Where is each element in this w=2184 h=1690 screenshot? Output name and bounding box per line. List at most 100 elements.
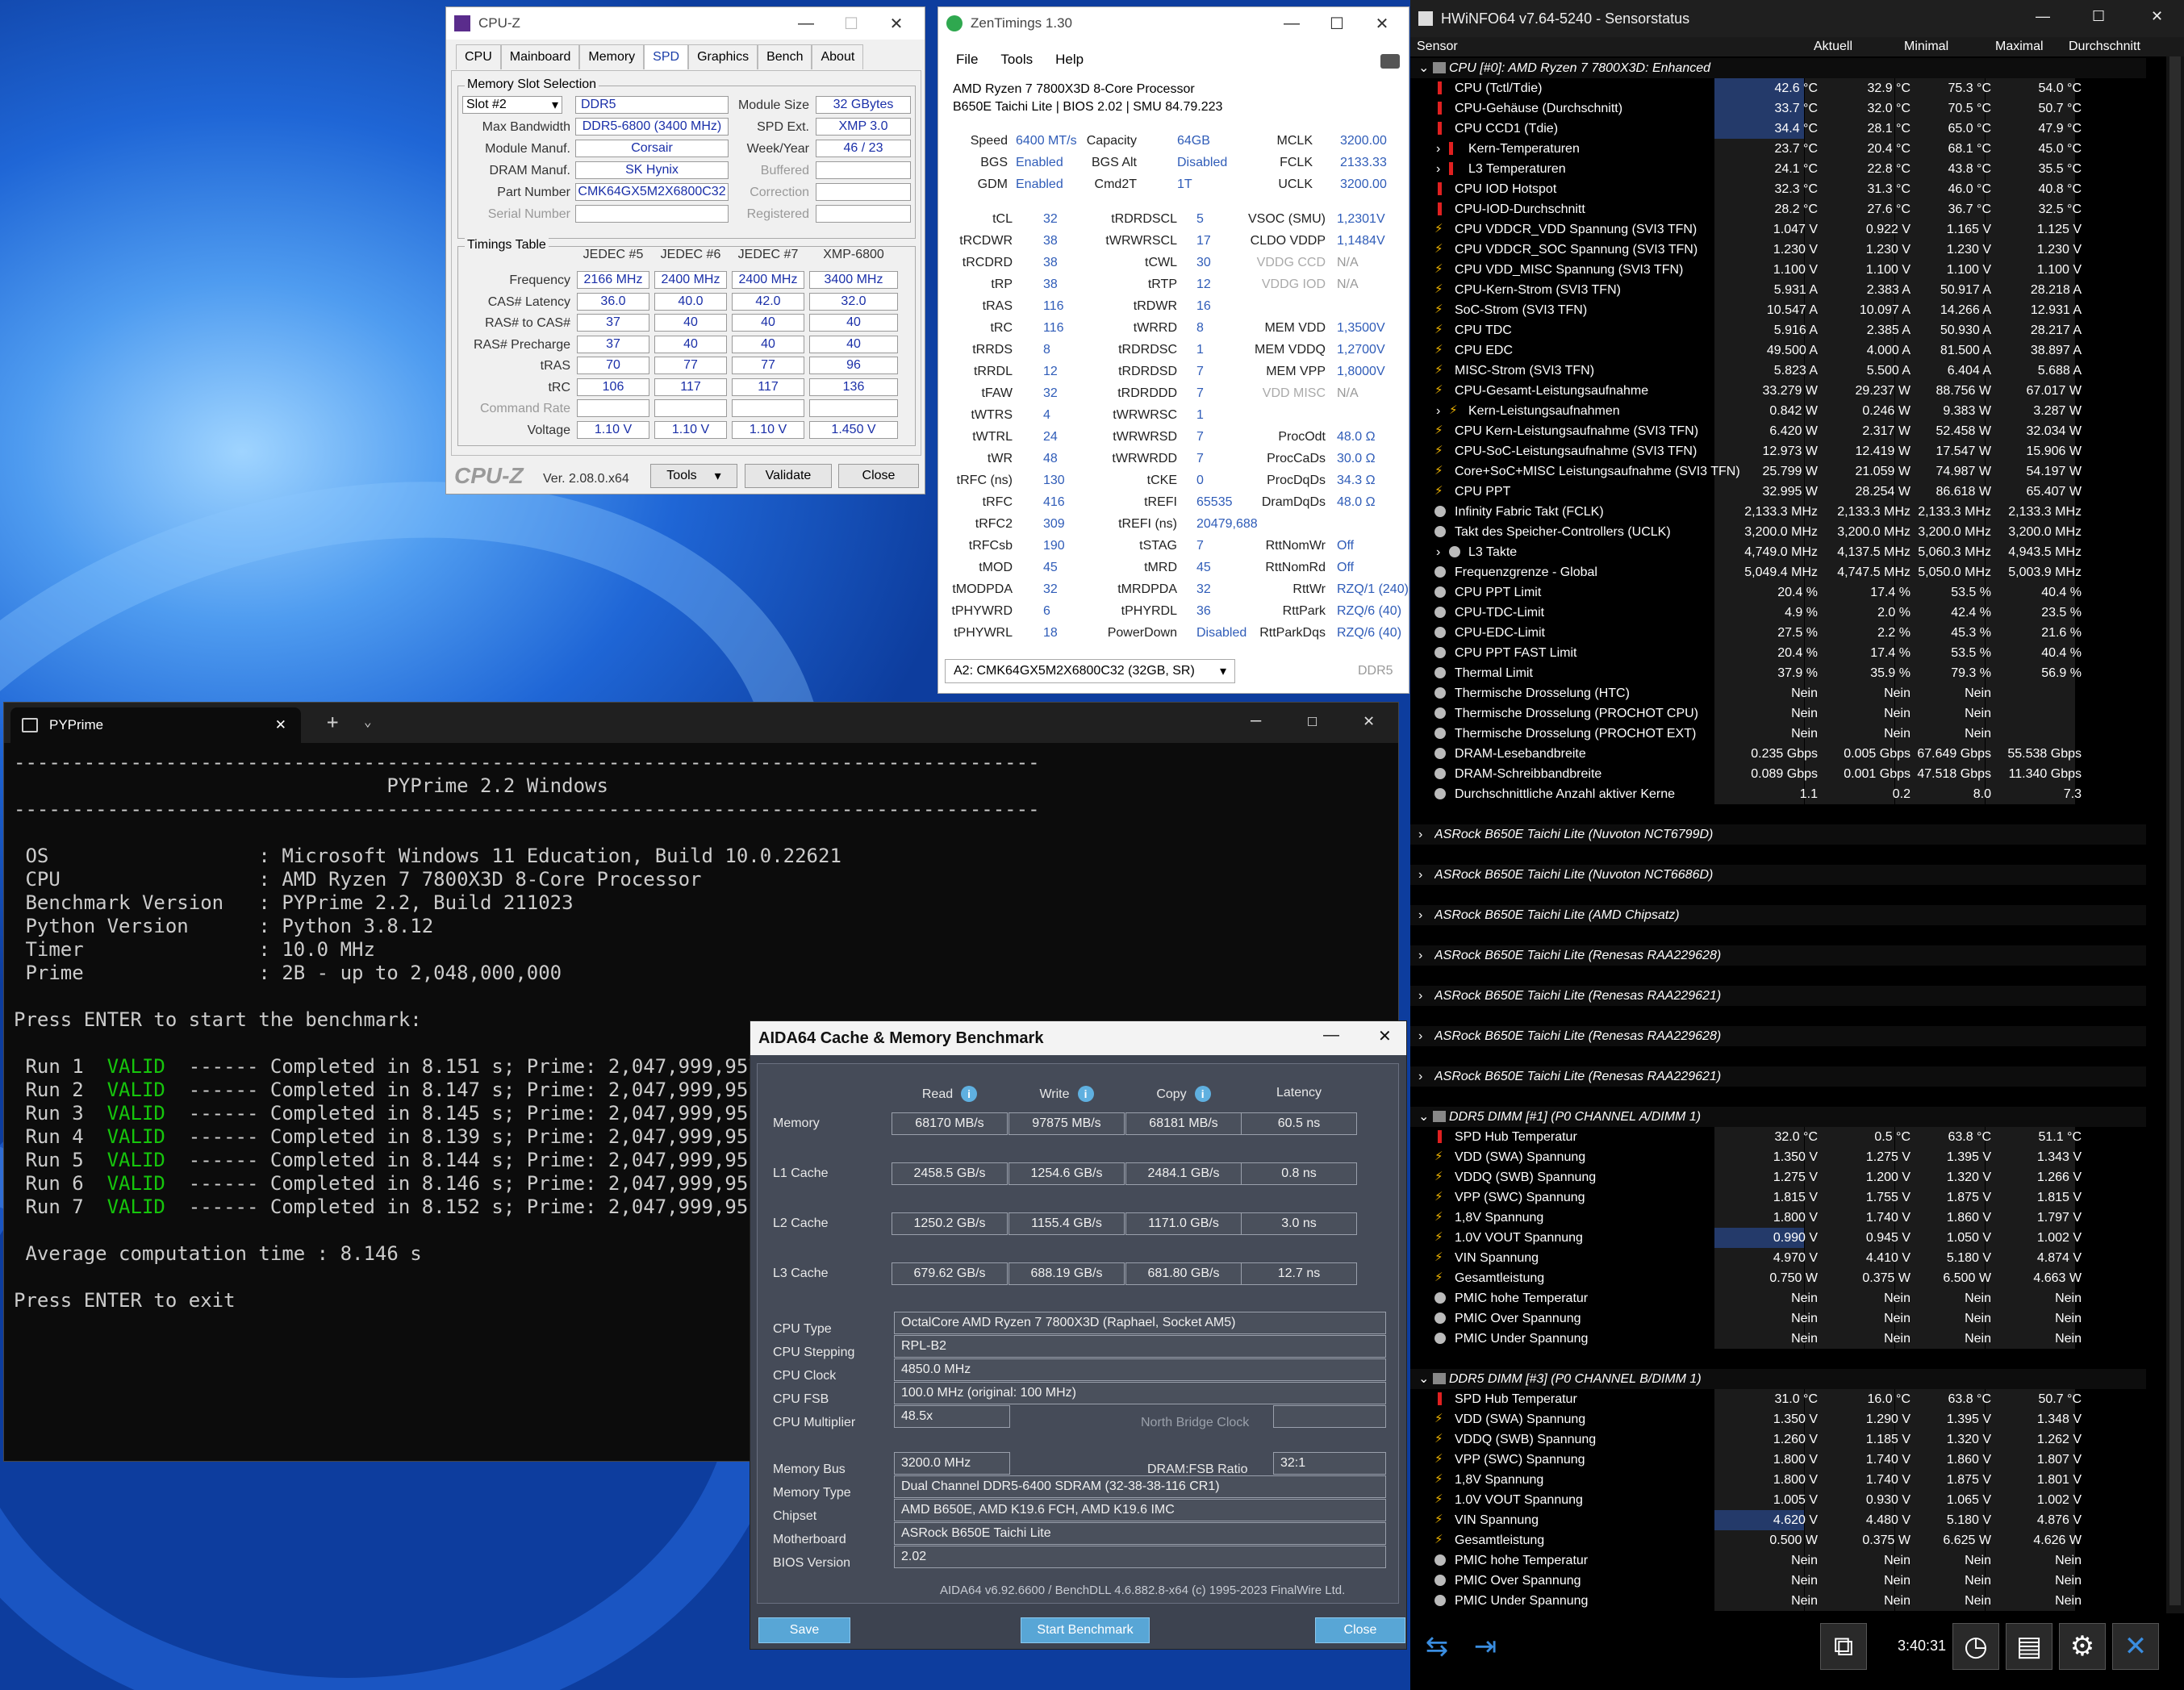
sensor-row[interactable]: PMIC Under Spannung Nein Nein Nein Nein (1410, 1329, 2146, 1349)
tools-button[interactable]: Tools ▾ (650, 464, 737, 488)
tab-bench[interactable]: Bench (758, 44, 812, 69)
tab-memory[interactable]: Memory (579, 44, 645, 69)
close-button[interactable]: ✕ (2151, 8, 2163, 25)
sensor-group-row[interactable]: ⌄ DDR5 DIMM [#1] (P0 CHANNEL A/DIMM 1) (1410, 1107, 2146, 1127)
sensor-row[interactable]: Thermal Limit 37.9 % 35.9 % 79.3 % 56.9 % (1410, 663, 2146, 683)
sensor-group-row[interactable]: ⌄ CPU [#0]: AMD Ryzen 7 7800X3D: Enhanced (1410, 58, 2146, 78)
col-max[interactable]: Maximal (1995, 40, 2044, 54)
sensor-row[interactable]: PMIC hohe Temperatur Nein Nein Nein Nein (1410, 1288, 2146, 1308)
sensor-row[interactable]: › Kern-Temperaturen 23.7 °C 20.4 °C 68.1 °C 4… (1410, 139, 2146, 159)
validate-button[interactable]: Validate (745, 464, 832, 488)
sensor-row[interactable]: CPU IOD Hotspot 32.3 °C 31.3 °C 46.0 °C 40.8… (1410, 179, 2146, 199)
sensor-row[interactable]: ⚡ 1,8V Spannung 1.800 V 1.740 V 1.875 V 1.801… (1410, 1470, 2146, 1490)
sensor-row[interactable]: ⚡ CPU VDD_MISC Spannung (SVI3 TFN) 1.100 V… (1410, 260, 2146, 280)
terminal-tab[interactable]: PYPrime ✕ (10, 707, 301, 743)
info-icon[interactable]: i (961, 1086, 978, 1102)
sensor-row[interactable]: CPU-TDC-Limit 4.9 % 2.0 % 42.4 % 23.5 % (1410, 603, 2146, 623)
sensor-row[interactable]: CPU PPT Limit 20.4 % 17.4 % 53.5 % 40.4 % (1410, 582, 2146, 603)
sensor-row[interactable]: ⚡ Gesamtleistung 0.500 W 0.375 W 6.625 W 4.62… (1410, 1530, 2146, 1550)
sensor-row[interactable]: DRAM-Schreibbandbreite 0.089 Gbps 0.001 Gb… (1410, 764, 2146, 784)
info-icon[interactable]: i (1194, 1086, 1211, 1102)
maximize-button[interactable]: ☐ (1314, 7, 1359, 40)
chevron-right-icon[interactable]: › (1436, 542, 1440, 562)
sensor-group-row[interactable]: › ASRock B650E Taichi Lite (Renesas RAA22… (1410, 945, 2146, 966)
sensor-row[interactable]: SPD Hub Temperatur 31.0 °C 16.0 °C 63.8 °C 5… (1410, 1389, 2146, 1409)
sensor-group-row[interactable]: › ASRock B650E Taichi Lite (Renesas RAA22… (1410, 1026, 2146, 1046)
chevron-right-icon[interactable]: › (1418, 824, 1422, 845)
chevron-down-icon[interactable]: ⌄ (1418, 1107, 1429, 1127)
sensor-row[interactable]: ⚡ CPU-Gesamt-Leistungsaufnahme 33.279 W 29.… (1410, 381, 2146, 401)
chevron-right-icon[interactable]: › (1418, 1066, 1422, 1087)
chevron-right-icon[interactable]: › (1418, 905, 1422, 925)
expand-arrows-icon[interactable]: ⇆ (1414, 1623, 1460, 1670)
sensor-group-row[interactable]: › ASRock B650E Taichi Lite (Renesas RAA22… (1410, 986, 2146, 1006)
sensor-row[interactable]: Thermische Drosselung (HTC) Nein Nein Nein (1410, 683, 2146, 703)
sensor-group-row[interactable]: › ASRock B650E Taichi Lite (Renesas RAA22… (1410, 1066, 2146, 1087)
sensor-row[interactable]: ⚡ MISC-Strom (SVI3 TFN) 5.823 A 5.500 A 6.40… (1410, 361, 2146, 381)
new-tab-button[interactable]: + (327, 711, 338, 733)
sensor-row[interactable]: ⚡ CPU TDC 5.916 A 2.385 A 50.930 A 28.217 A (1410, 320, 2146, 340)
close-button[interactable]: ✕ (874, 7, 919, 40)
sensor-row[interactable]: ⚡ CPU VDDCR_SOC Spannung (SVI3 TFN) 1.230 … (1410, 240, 2146, 260)
minimize-button[interactable]: — (1269, 7, 1314, 40)
minimize-button[interactable]: — (1251, 711, 1261, 731)
camera-icon[interactable] (1380, 54, 1400, 69)
sensor-row[interactable]: SPD Hub Temperatur 32.0 °C 0.5 °C 63.8 °C 51… (1410, 1127, 2146, 1147)
scrollbar-thumb[interactable] (2169, 56, 2181, 1605)
sensor-group-row[interactable]: ⌄ DDR5 DIMM [#3] (P0 CHANNEL B/DIMM 1) (1410, 1369, 2146, 1389)
sensor-row[interactable]: Thermische Drosselung (PROCHOT CPU) Nein N… (1410, 703, 2146, 724)
sensor-row[interactable]: PMIC Over Spannung Nein Nein Nein Nein (1410, 1571, 2146, 1591)
sensor-row[interactable]: Infinity Fabric Takt (FCLK) 2,133.3 MHz 2,… (1410, 502, 2146, 522)
sensor-row[interactable]: ⚡ Gesamtleistung 0.750 W 0.375 W 6.500 W 4.66… (1410, 1268, 2146, 1288)
tab-cpu[interactable]: CPU (456, 44, 501, 69)
save-button[interactable]: Save (758, 1617, 850, 1643)
minimize-button[interactable]: — (2036, 8, 2050, 25)
sensor-row[interactable]: CPU-IOD-Durchschnitt 28.2 °C 27.6 °C 36.7 °… (1410, 199, 2146, 219)
chevron-right-icon[interactable]: › (1436, 139, 1440, 159)
col-min[interactable]: Minimal (1904, 40, 1948, 54)
tab-graphics[interactable]: Graphics (688, 44, 758, 69)
settings-icon[interactable]: ⚙ (2059, 1623, 2106, 1670)
sensor-row[interactable]: DRAM-Lesebandbreite 0.235 Gbps 0.005 Gbps 6… (1410, 744, 2146, 764)
sensor-group-row[interactable]: › ASRock B650E Taichi Lite (Nuvoton NCT66… (1410, 865, 2146, 885)
sensor-row[interactable]: ⚡ CPU-Kern-Strom (SVI3 TFN) 5.931 A 2.383 A… (1410, 280, 2146, 300)
sensor-row[interactable]: PMIC hohe Temperatur Nein Nein Nein Nein (1410, 1550, 2146, 1571)
close-button[interactable]: ✕ (1359, 7, 1405, 40)
menu-file[interactable]: File (956, 52, 978, 68)
sensor-row[interactable]: ⚡ VDDQ (SWB) Spannung 1.260 V 1.185 V 1.320 … (1410, 1429, 2146, 1450)
hwinfo-titlebar[interactable]: HWiNFO64 v7.64-5240 - Sensorstatus — ☐ ✕ (1410, 0, 2184, 37)
sensor-row[interactable]: ⚡ 1.0V VOUT Spannung 0.990 V 0.945 V 1.050 V… (1410, 1228, 2146, 1248)
chevron-down-icon[interactable]: ⌄ (1418, 58, 1429, 78)
sensor-row[interactable]: Takt des Speicher-Controllers (UCLK) 3,20… (1410, 522, 2146, 542)
maximize-button[interactable]: ☐ (2092, 8, 2105, 25)
col-sensor[interactable]: Sensor (1417, 40, 1458, 54)
sensor-row[interactable]: ⚡ SoC-Strom (SVI3 TFN) 10.547 A 10.097 A 14.… (1410, 300, 2146, 320)
minimize-button[interactable]: — (783, 7, 829, 40)
sensor-row[interactable]: ⚡ 1,8V Spannung 1.800 V 1.740 V 1.860 V 1.797… (1410, 1208, 2146, 1228)
report-icon[interactable]: ▤ (2006, 1623, 2052, 1670)
sensor-row[interactable]: ⚡ CPU EDC 49.500 A 4.000 A 81.500 A 38.897 A (1410, 340, 2146, 361)
sensor-row[interactable]: ⚡ Core+SoC+MISC Leistungsaufnahme (SVI3 T… (1410, 461, 2146, 482)
sensor-row[interactable]: ⚡ VIN Spannung 4.970 V 4.410 V 5.180 V 4.874 … (1410, 1248, 2146, 1268)
sensor-row[interactable]: Frequenzgrenze - Global 5,049.4 MHz 4,747.… (1410, 562, 2146, 582)
sensor-group-row[interactable]: › ASRock B650E Taichi Lite (Nuvoton NCT67… (1410, 824, 2146, 845)
start-benchmark-button[interactable]: Start Benchmark (1021, 1617, 1150, 1643)
aida-titlebar[interactable]: AIDA64 Cache & Memory Benchmark — ✕ (750, 1021, 1406, 1055)
close-icon[interactable]: ✕ (2112, 1623, 2159, 1670)
sensor-row[interactable]: ⚡ 1.0V VOUT Spannung 1.005 V 0.930 V 1.065 V… (1410, 1490, 2146, 1510)
maximize-button[interactable]: ☐ (1307, 711, 1317, 731)
sensor-row[interactable]: CPU PPT FAST Limit 20.4 % 17.4 % 53.5 % 40.4… (1410, 643, 2146, 663)
tab-mainboard[interactable]: Mainboard (500, 44, 580, 69)
menu-help[interactable]: Help (1055, 52, 1084, 68)
sensor-row[interactable]: › L3 Temperaturen 24.1 °C 22.8 °C 43.8 °C 35.… (1410, 159, 2146, 179)
sensor-row[interactable]: ⚡ VPP (SWC) Spannung 1.815 V 1.755 V 1.875 V… (1410, 1187, 2146, 1208)
sensor-row[interactable]: Durchschnittliche Anzahl aktiver Kerne 1.… (1410, 784, 2146, 804)
chevron-right-icon[interactable]: › (1418, 1026, 1422, 1046)
sensor-group-row[interactable]: › ASRock B650E Taichi Lite (AMD Chipsatz) (1410, 905, 2146, 925)
sensor-row[interactable]: CPU CCD1 (Tdie) 34.4 °C 28.1 °C 65.0 °C 47.9… (1410, 119, 2146, 139)
chevron-right-icon[interactable]: › (1436, 159, 1440, 179)
sensor-row[interactable]: CPU-Gehäuse (Durchschnitt) 33.7 °C 32.0 °C… (1410, 98, 2146, 119)
sensor-row[interactable]: ⚡ VDD (SWA) Spannung 1.350 V 1.275 V 1.395 V… (1410, 1147, 2146, 1167)
close-tab-icon[interactable]: ✕ (275, 717, 286, 733)
sensor-row[interactable]: › ⚡ Kern-Leistungsaufnahmen 0.842 W 0.246 W9… (1410, 401, 2146, 421)
